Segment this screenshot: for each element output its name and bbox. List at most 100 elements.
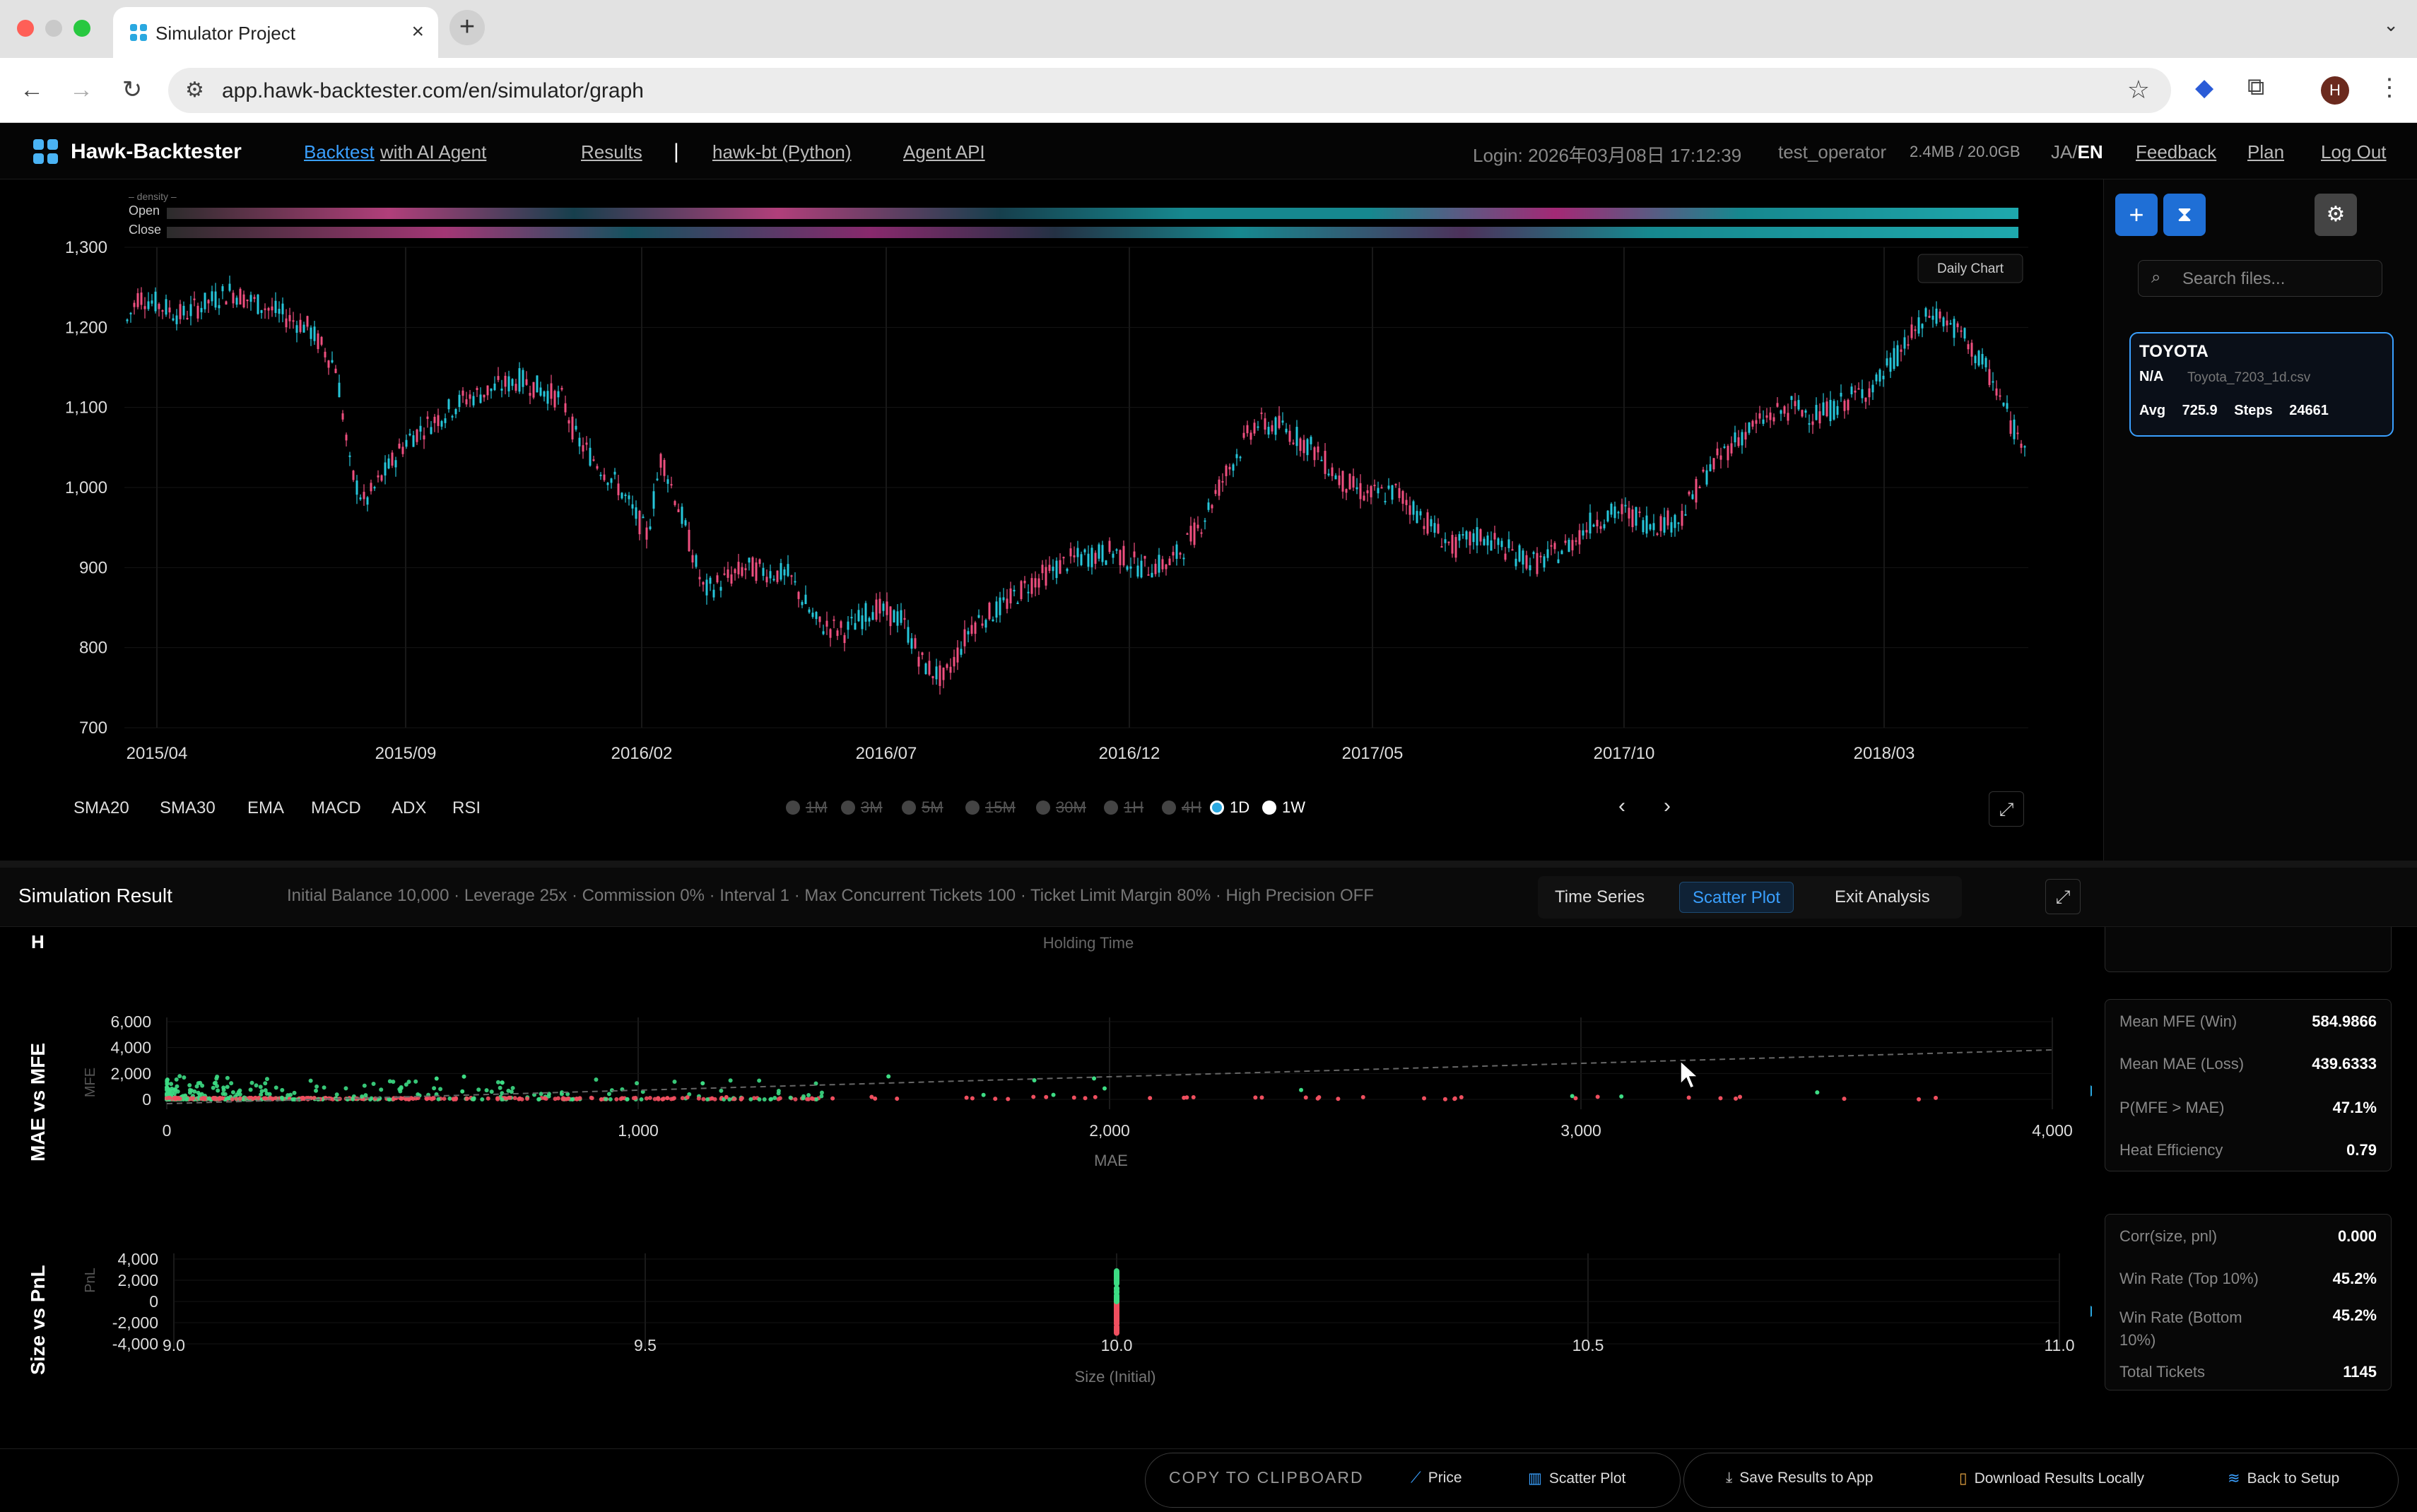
new-tab-button[interactable]: + [449,10,485,45]
save-results-button[interactable]: ⤓ Save Results to App [1726,1470,1873,1487]
tab-scatter-plot[interactable]: Scatter Plot [1679,882,1794,913]
copy-scatter-button[interactable]: ▥ Scatter Plot [1528,1470,1625,1487]
indicator-sma30[interactable]: SMA30 [160,798,216,818]
candle-body [288,314,291,321]
language-switch[interactable]: JA/EN [2051,141,2103,163]
file-card-toyota[interactable]: TOYOTA N/A Toyota_7203_1d.csv Avg 725.9 … [2129,332,2394,437]
address-bar[interactable]: ⚙ app.hawk-backtester.com/en/simulator/g… [168,68,2171,113]
timeframe-30m[interactable]: 30M [1036,798,1086,817]
app-favicon-icon [130,24,147,41]
hourglass-button[interactable]: ⧗ [2163,194,2206,236]
logout-link[interactable]: Log Out [2321,141,2387,163]
lang-en[interactable]: EN [2078,141,2103,163]
timeframe-4h[interactable]: 4H [1162,798,1201,817]
indicator-ema[interactable]: EMA [247,798,284,818]
loss-point [1114,1311,1119,1317]
lang-ja[interactable]: JA [2051,141,2072,163]
nav-ai-agent[interactable]: with AI Agent [380,141,486,163]
candle-body [136,293,139,307]
loss-point [1360,1094,1365,1099]
nav-agent-api[interactable]: Agent API [903,141,985,163]
stat-row: Corr(size, pnl) 0.000 [2119,1227,2377,1246]
timeframe-1m[interactable]: 1M [786,798,828,817]
size-x-tick: 10.5 [1572,1336,1604,1354]
candle-body [1518,545,1521,562]
candle-body [299,319,302,332]
copy-price-button[interactable]: ⟋ Price [1411,1470,1462,1487]
candle-body [709,577,712,584]
feedback-link[interactable]: Feedback [2136,141,2216,163]
fullscreen-result-icon[interactable]: ⤢ [2045,879,2081,914]
download-results-button[interactable]: ▯ Download Results Locally [1959,1470,2144,1487]
back-arrow-icon[interactable]: ← [14,72,49,107]
indicator-adx[interactable]: ADX [392,798,426,818]
candle-body [391,452,394,466]
candle-body [458,394,461,407]
chevron-right-icon[interactable]: › [1664,794,1671,818]
collapse-stats-arrow-icon-2[interactable] [2090,1306,2099,1317]
price-y-tick: 1,200 [65,318,107,337]
forward-arrow-icon[interactable]: → [64,72,99,107]
back-to-setup-button[interactable]: ≋ Back to Setup [2228,1470,2339,1487]
extension-shield-icon[interactable]: ◆ [2195,73,2213,102]
file-sidebar: + ⧗ ⚙ ⌕ Search files... TOYOTA N/A Toyot… [2103,179,2417,862]
profile-avatar[interactable]: H [2321,76,2349,105]
plan-link[interactable]: Plan [2247,141,2284,163]
settings-gear-button[interactable]: ⚙ [2315,194,2357,236]
win-point [169,1082,174,1087]
nav-separator: | [674,140,679,163]
timeframe-1w[interactable]: 1W [1262,798,1305,817]
tab-time-series[interactable]: Time Series [1542,882,1657,913]
fullscreen-chart-icon[interactable]: ⤢ [1989,791,2024,827]
scatter-plots[interactable]: H Holding Time 0 1,000 2,000 3,000 4,000 6,00… [0,927,2099,1448]
timeframe-3m[interactable]: 3M [841,798,883,817]
bookmark-star-icon[interactable]: ☆ [2127,75,2150,105]
candle-body [1783,406,1786,414]
candle-body [744,568,747,570]
tab-exit-analysis[interactable]: Exit Analysis [1822,882,1943,913]
timeframe-15m[interactable]: 15M [965,798,1016,817]
win-point [510,1085,515,1090]
panel-resize-handle[interactable] [0,861,2417,868]
browser-menu-icon[interactable]: ⋮ [2377,73,2401,102]
browser-tab[interactable]: Simulator Project × [113,7,438,58]
candle-body [1592,524,1595,527]
timeframe-radio-icon [1104,801,1118,815]
mae-x-tick: 1,000 [618,1121,659,1140]
daily-chart-label: Daily Chart [1937,261,2004,276]
back-to-setup-label: Back to Setup [2247,1470,2340,1487]
candlestick-chart[interactable]: – density – Open Close 1,300 1,200 1,100 1,… [0,179,2103,862]
chevron-left-icon[interactable]: ‹ [1618,794,1625,818]
candle-body [984,620,987,628]
nav-python[interactable]: hawk-bt (Python) [712,141,852,163]
timeframe-5m[interactable]: 5M [902,798,943,817]
timeframe-1h[interactable]: 1H [1104,798,1143,817]
mae-x-tick: 4,000 [2032,1121,2073,1140]
minimize-window-button[interactable] [45,20,62,37]
indicator-macd[interactable]: MACD [311,798,361,818]
nav-results[interactable]: Results [581,141,642,163]
maximize-window-button[interactable] [73,20,90,37]
site-settings-icon[interactable]: ⚙ [185,78,204,102]
tab-list-chevron-icon[interactable]: ⌄ [2383,14,2399,36]
file-search-input[interactable]: ⌕ Search files... [2138,260,2382,297]
collapse-stats-arrow-icon[interactable] [2090,1085,2099,1097]
candle-body [560,387,563,390]
indicator-sma20[interactable]: SMA20 [73,798,129,818]
win-point [235,1092,240,1097]
tab-close-icon[interactable]: × [411,20,424,44]
loss-point [1422,1096,1427,1101]
extensions-puzzle-icon[interactable]: ⧉ [2247,73,2264,101]
close-window-button[interactable] [17,20,34,37]
add-file-button[interactable]: + [2115,194,2158,236]
reload-icon[interactable]: ↻ [114,72,150,107]
candle-body [1621,504,1623,514]
win-point [406,1080,411,1085]
timeframe-1d[interactable]: 1D [1210,798,1249,817]
nav-backtest[interactable]: Backtest [304,141,375,163]
copy-to-clipboard-button[interactable]: COPY TO CLIPBOARD [1169,1468,1364,1487]
candle-body [129,312,132,314]
indicator-rsi[interactable]: RSI [452,798,481,818]
url-text[interactable]: app.hawk-backtester.com/en/simulator/gra… [222,79,644,103]
candle-body [1052,566,1054,572]
